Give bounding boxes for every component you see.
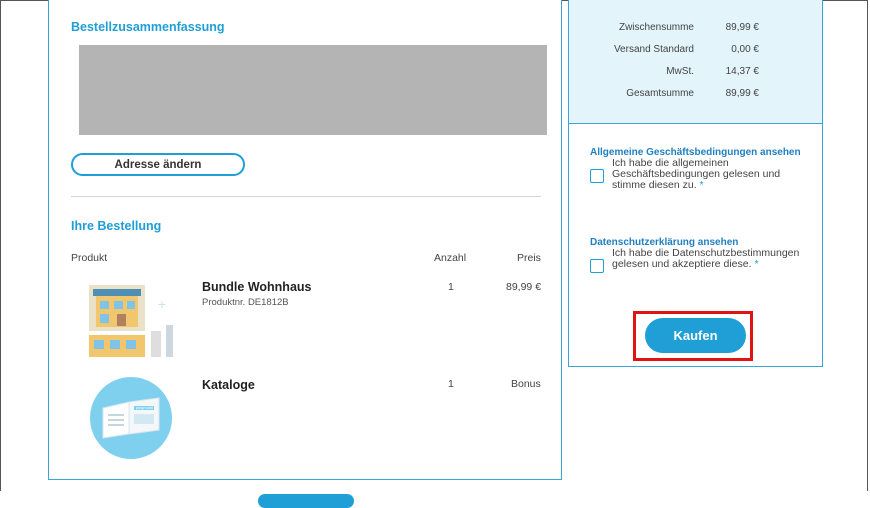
your-order-title: Ihre Bestellung [71, 219, 162, 233]
required-mark: * [754, 258, 759, 270]
product-price: 89,99 € [506, 281, 542, 293]
product-image-house: + [89, 285, 173, 357]
catalog-logo-text: playmobil [136, 405, 153, 410]
product-number: Produktnr. DE1812B [202, 297, 289, 308]
address-redacted-box [79, 45, 547, 135]
total-value: 89,99 € [725, 88, 759, 99]
buy-button[interactable]: Kaufen [645, 318, 746, 353]
change-address-button[interactable]: Adresse ändern [71, 153, 245, 176]
totals-box: Zwischensumme 89,99 € Versand Standard 0… [569, 0, 822, 124]
divider [71, 196, 541, 197]
order-summary-title: Bestellzusammenfassung [71, 20, 225, 34]
column-header-price: Preis [517, 252, 541, 264]
product-name: Bundle Wohnhaus [202, 280, 312, 294]
column-header-product: Produkt [71, 252, 108, 264]
product-quantity: 1 [448, 281, 454, 293]
product-price: Bonus [511, 378, 541, 390]
product-quantity: 1 [448, 378, 454, 390]
terms-checkbox[interactable] [590, 169, 604, 183]
privacy-checkbox[interactable] [590, 259, 604, 273]
svg-text:+: + [158, 296, 166, 312]
shipping-label: Versand Standard [613, 44, 694, 55]
catalog-image: playmobil [90, 377, 172, 459]
vat-label: MwSt. [666, 66, 694, 77]
product-name: Kataloge [202, 378, 255, 392]
vat-value: 14,37 € [725, 66, 759, 77]
terms-consent-text: Ich habe die allgemeinen Geschäftsbeding… [612, 157, 781, 191]
order-summary-card: Bestellzusammenfassung Adresse ändern Ih… [48, 0, 562, 480]
required-mark: * [699, 179, 704, 191]
partial-button[interactable] [258, 494, 354, 508]
column-header-quantity: Anzahl [434, 252, 467, 264]
shipping-value: 0,00 € [731, 44, 759, 55]
subtotal-label: Zwischensumme [618, 22, 694, 33]
bottom-edge [0, 491, 870, 501]
subtotal-value: 89,99 € [725, 22, 759, 33]
total-label: Gesamtsumme [626, 88, 694, 99]
privacy-consent-text: Ich habe die Datenschutzbestimmungen gel… [612, 247, 800, 270]
